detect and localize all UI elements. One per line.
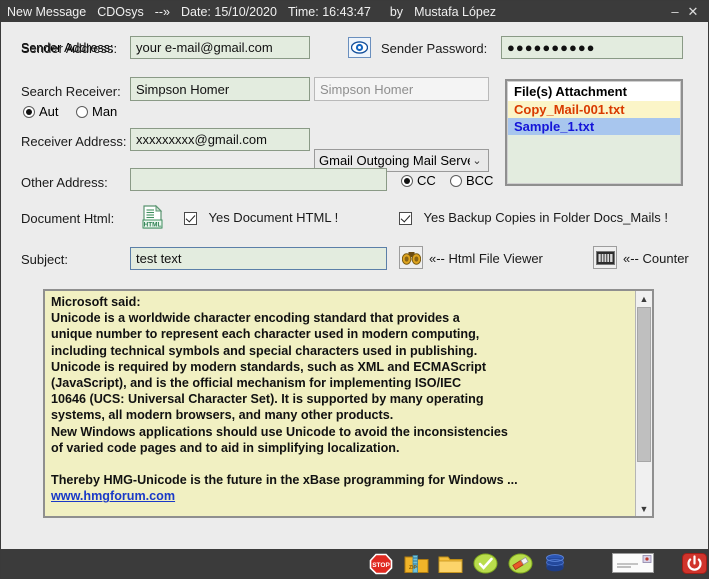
stop-icon[interactable]: STOP: [369, 553, 395, 575]
title-bar: New Message CDOsys --» Date: 15/10/2020 …: [1, 1, 708, 22]
chevron-down-icon[interactable]: ⌄: [470, 154, 484, 167]
window-title-engine: CDOsys: [97, 4, 144, 19]
attachment-list[interactable]: File(s) Attachment Copy_Mail-001.txt Sam…: [507, 81, 681, 184]
subject-label: Subject:: [21, 252, 68, 267]
yes-document-html-checkbox[interactable]: Yes Document HTML !: [184, 210, 339, 226]
close-button[interactable]: ✕: [684, 4, 702, 20]
other-address-input[interactable]: [130, 168, 387, 191]
radio-man[interactable]: Man: [76, 104, 117, 119]
radio-cc-label: CC: [417, 173, 436, 188]
radio-cc-dot: [401, 174, 413, 187]
radio-bcc-label: BCC: [466, 173, 494, 188]
window-title-date: Date: 15/10/2020: [181, 4, 277, 19]
message-body-paragraph: Microsoft said: Unicode is a worldwide c…: [51, 295, 518, 488]
radio-aut[interactable]: Aut: [23, 104, 59, 119]
document-html-label: Document Html:: [21, 211, 115, 226]
radio-bcc[interactable]: BCC: [450, 173, 493, 188]
other-address-label: Other Address:: [21, 175, 108, 190]
attachment-header: File(s) Attachment: [508, 82, 680, 101]
show-password-eye-icon[interactable]: [348, 37, 371, 58]
message-body-text[interactable]: Microsoft said: Unicode is a worldwide c…: [51, 294, 628, 505]
html-file-viewer-label[interactable]: «-- Html File Viewer: [429, 251, 543, 266]
mail-envelope-icon[interactable]: [612, 552, 655, 575]
minimize-button[interactable]: –: [666, 4, 684, 19]
bottom-toolbar: STOP ZIP: [1, 549, 708, 578]
radio-bcc-dot: [450, 174, 462, 187]
radio-aut-dot: [23, 105, 35, 118]
counter-label[interactable]: «-- Counter: [623, 251, 689, 266]
window-title-arrow: --»: [154, 4, 171, 19]
radio-cc[interactable]: CC: [401, 173, 436, 188]
window-title-app: New Message: [7, 4, 87, 19]
sender-password-input[interactable]: [501, 36, 683, 59]
window-title-author: Mustafa López: [414, 4, 497, 19]
yes-document-html-label: Yes Document HTML !: [208, 210, 339, 225]
folder-icon[interactable]: [438, 553, 464, 575]
attachment-item-2[interactable]: Sample_1.txt: [508, 118, 680, 135]
attachment-panel: File(s) Attachment Copy_Mail-001.txt Sam…: [505, 79, 683, 186]
database-icon[interactable]: [543, 553, 569, 575]
search-receiver-label: Search Receiver:: [21, 84, 121, 99]
radio-aut-label: Aut: [39, 104, 59, 119]
yes-backup-copies-box: [399, 212, 412, 226]
sender-address-label-text: Sender Address:: [21, 41, 118, 56]
scroll-thumb[interactable]: [637, 307, 651, 462]
yes-backup-copies-label: Yes Backup Copies in Folder Docs_Mails !: [423, 210, 668, 225]
html-document-icon[interactable]: HTML: [140, 204, 166, 230]
green-eraser-icon[interactable]: [508, 553, 534, 575]
svg-text:ZIP: ZIP: [409, 565, 417, 571]
message-scrollbar[interactable]: ▲ ▼: [635, 291, 652, 516]
hmgforum-link[interactable]: www.hmgforum.com: [51, 489, 175, 503]
new-message-window: New Message CDOsys --» Date: 15/10/2020 …: [0, 0, 709, 579]
yes-document-html-box: [184, 212, 197, 226]
yes-backup-copies-checkbox[interactable]: Yes Backup Copies in Folder Docs_Mails !: [399, 210, 668, 226]
receiver-address-label: Receiver Address:: [21, 134, 127, 149]
receiver-address-input[interactable]: [130, 128, 310, 151]
sender-password-label: Sender Password:: [381, 41, 488, 56]
outgoing-mail-server-value: Gmail Outgoing Mail Serve: [319, 153, 470, 168]
radio-man-dot: [76, 105, 88, 118]
sender-address-input[interactable]: [130, 36, 310, 59]
search-receiver-input[interactable]: [130, 77, 310, 101]
subject-input[interactable]: [130, 247, 387, 270]
window-title-time: Time: 16:43:47: [287, 4, 371, 19]
power-off-icon[interactable]: [682, 552, 708, 575]
radio-man-label: Man: [92, 104, 118, 119]
green-check-icon[interactable]: [473, 553, 499, 575]
binoculars-icon[interactable]: [399, 246, 423, 269]
scroll-down-icon[interactable]: ▼: [636, 501, 652, 516]
counter-icon[interactable]: [593, 246, 617, 269]
scroll-up-icon[interactable]: ▲: [636, 291, 652, 306]
zip-folder-icon[interactable]: ZIP: [404, 553, 430, 575]
window-title-by: by: [389, 4, 404, 19]
search-receiver-ghost-input[interactable]: [314, 77, 489, 101]
attachment-item-1[interactable]: Copy_Mail-001.txt: [508, 101, 680, 118]
svg-text:HTML: HTML: [144, 221, 162, 228]
svg-text:STOP: STOP: [372, 562, 390, 569]
message-body-box[interactable]: Microsoft said: Unicode is a worldwide c…: [43, 289, 654, 518]
